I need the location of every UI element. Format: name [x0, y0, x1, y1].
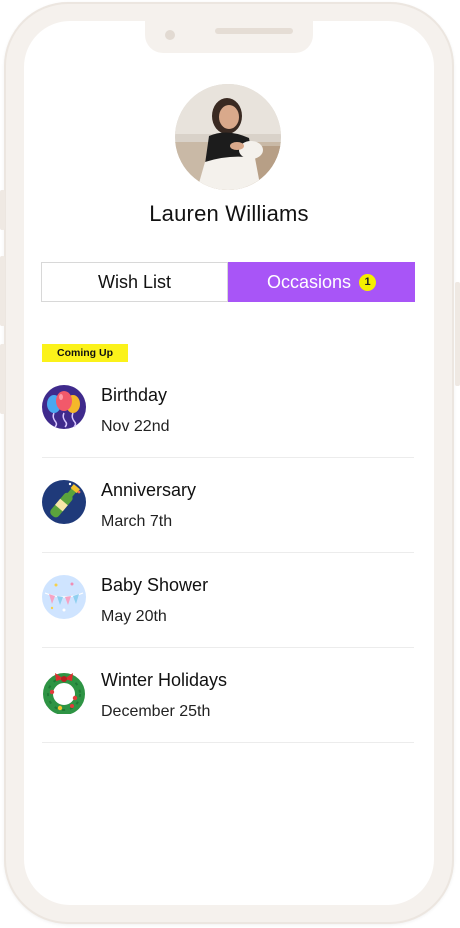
occasion-title: Birthday — [101, 385, 168, 405]
balloons-icon — [42, 385, 86, 429]
tab-wish-list[interactable]: Wish List — [41, 262, 228, 302]
occasion-date: March 7th — [101, 513, 173, 530]
avatar[interactable] — [175, 84, 281, 190]
speaker-grille — [215, 28, 293, 34]
tab-bar: Wish List Occasions 1 — [41, 262, 415, 302]
mute-switch — [0, 190, 5, 230]
occasion-date: Nov 22nd — [101, 418, 170, 435]
tab-wish-list-label: Wish List — [97, 271, 171, 292]
occasion-date: May 20th — [101, 608, 167, 625]
coming-up-tag: Coming Up — [42, 344, 128, 362]
tab-occasions[interactable]: Occasions 1 — [228, 262, 415, 302]
front-camera — [165, 30, 175, 40]
list-item-winter-holidays[interactable]: Winter Holidays December 25th — [42, 648, 414, 743]
wreath-icon — [42, 670, 86, 715]
champagne-icon — [42, 480, 86, 524]
volume-down-button — [0, 344, 5, 414]
list-item-birthday[interactable]: Birthday Nov 22nd — [42, 363, 414, 458]
power-button — [455, 282, 460, 386]
occasion-title: Baby Shower — [101, 575, 209, 595]
tab-occasions-label: Occasions — [266, 271, 352, 292]
occasion-date: December 25th — [101, 703, 211, 720]
occasions-list: Birthday Nov 22nd Anniversary March 7th … — [42, 363, 414, 743]
volume-up-button — [0, 256, 5, 326]
phone-screen: Lauren Williams Wish List Occasions 1 Co… — [24, 21, 434, 905]
list-item-baby-shower[interactable]: Baby Shower May 20th — [42, 553, 414, 648]
occasion-title: Anniversary — [101, 480, 197, 500]
profile-name: Lauren Williams — [149, 201, 309, 226]
list-item-anniversary[interactable]: Anniversary March 7th — [42, 458, 414, 553]
notification-badge: 1 — [359, 273, 377, 291]
occasion-title: Winter Holidays — [101, 670, 228, 690]
baby-banner-icon — [42, 575, 86, 619]
